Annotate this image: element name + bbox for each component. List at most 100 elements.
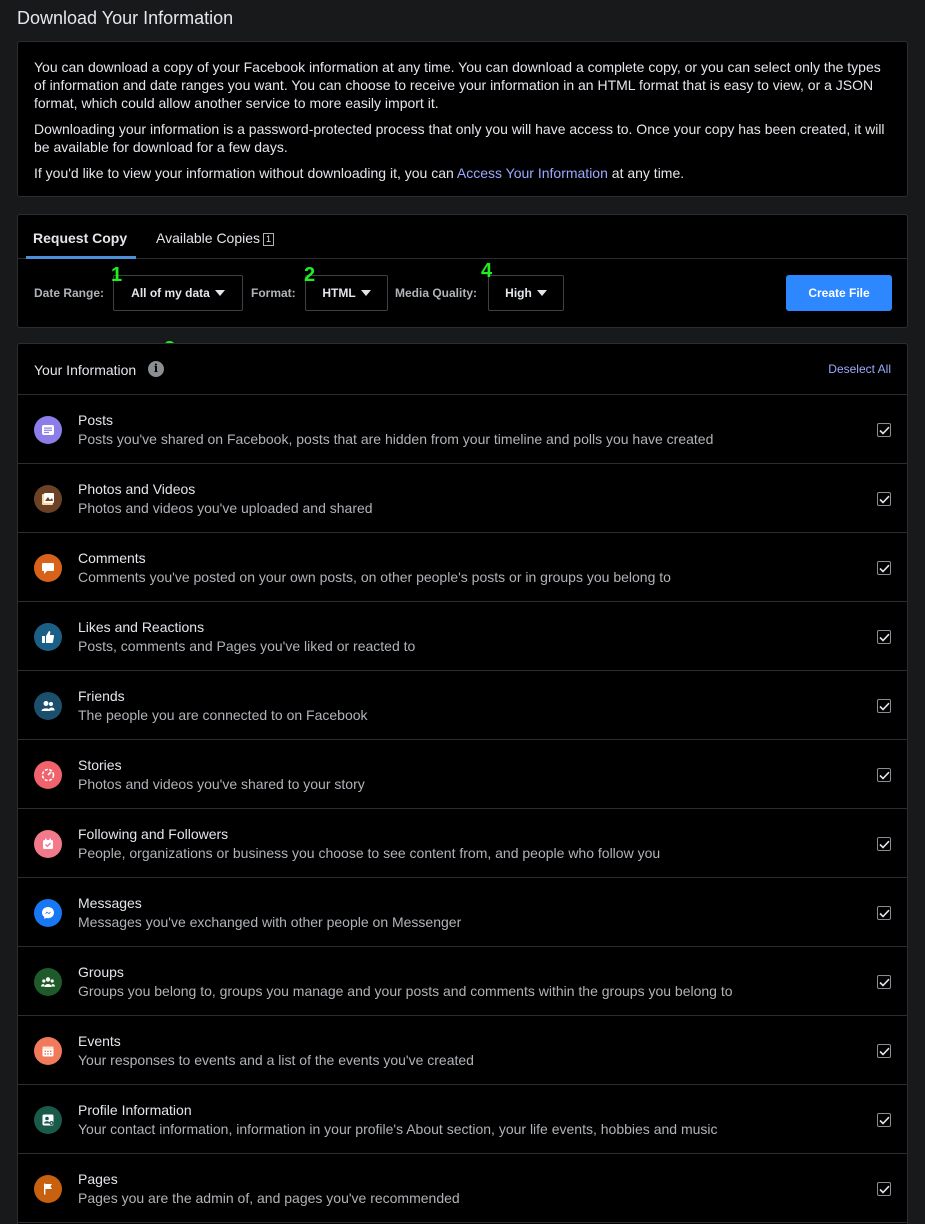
your-information-title: Your Information [34,362,137,378]
access-your-information-link[interactable]: Access Your Information [457,165,608,181]
profile-icon [34,1106,62,1134]
photos-icon [34,485,62,513]
information-row[interactable]: Groups Groups you belong to, groups you m… [18,947,907,1016]
information-row-description: The people you are connected to on Faceb… [78,707,368,723]
information-row-title: Friends [78,688,125,704]
information-row-checkbox[interactable] [877,630,891,644]
information-row-title: Pages [78,1171,118,1187]
checkmark-icon [878,1047,890,1056]
information-row-description: Your responses to events and a list of t… [78,1052,474,1068]
information-row-description: Photos and videos you've uploaded and sh… [78,500,373,516]
information-row[interactable]: Following and Followers People, organizat… [18,809,907,878]
information-row-description: Comments you've posted on your own posts… [78,569,671,585]
information-row-title: Posts [78,412,114,428]
your-information-card: Your Information i Deselect All Posts Pos… [17,343,908,1224]
media-quality-value: High [505,286,532,300]
posts-icon [34,416,62,444]
groups-icon [34,968,62,996]
tab-request-copy[interactable]: Request Copy [33,230,127,246]
information-row-description: Photos and videos you've shared to your … [78,776,365,792]
information-row-checkbox[interactable] [877,768,891,782]
information-row-description: Posts you've shared on Facebook, posts t… [78,431,714,447]
information-row-title: Stories [78,757,122,773]
following-icon [34,830,62,858]
date-range-dropdown[interactable]: All of my data [113,275,243,311]
intro-paragraph-2: Downloading your information is a passwo… [34,121,885,155]
information-row[interactable]: Messages Messages you've exchanged with o… [18,878,907,947]
information-row-checkbox[interactable] [877,423,891,437]
information-row-title: Photos and Videos [78,481,196,497]
tab-available-copies-label: Available Copies [156,230,261,246]
events-icon [34,1037,62,1065]
information-row-checkbox[interactable] [877,561,891,575]
information-row[interactable]: Likes and Reactions Posts, comments and P… [18,602,907,671]
available-copies-count-badge: 1 [263,233,275,246]
deselect-all-link[interactable]: Deselect All [828,362,891,376]
friends-icon [34,692,62,720]
annotation-marker-2: 2 [304,264,316,286]
information-row-description: Posts, comments and Pages you've liked o… [78,638,416,654]
pages-icon [34,1175,62,1203]
information-list: Posts Posts you've shared on Facebook, po… [18,395,907,1223]
information-row-title: Profile Information [78,1102,192,1118]
information-row-title: Messages [78,895,142,911]
checkmark-icon [878,1116,890,1125]
tab-available-copies[interactable]: Available Copies 1 [156,230,275,246]
checkmark-icon [878,495,890,504]
information-row[interactable]: Profile Information Your contact informat… [18,1085,907,1154]
information-row-description: Groups you belong to, groups you manage … [78,983,733,999]
information-row[interactable]: Stories Photos and videos you've shared t… [18,740,907,809]
info-icon[interactable]: i [148,361,164,377]
information-row[interactable]: Friends The people you are connected to o… [18,671,907,740]
request-card: Request Copy Available Copies 1 Date Rang… [17,214,908,328]
intro-paragraph-1: You can download a copy of your Facebook… [34,59,881,111]
media-quality-label: Media Quality: [395,286,478,300]
information-row-checkbox[interactable] [877,1113,891,1127]
information-row-title: Events [78,1033,121,1049]
information-row[interactable]: Comments Comments you've posted on your o… [18,533,907,602]
chevron-down-icon [536,290,547,296]
information-row[interactable]: Pages Pages you are the admin of, and pag… [18,1154,907,1223]
information-row-title: Comments [78,550,146,566]
intro-text-before-link: If you'd like to view your information w… [34,165,457,181]
messenger-icon [34,899,62,927]
create-file-button[interactable]: Create File [786,275,892,311]
information-row-title: Following and Followers [78,826,229,842]
format-value: HTML [322,286,356,300]
checkmark-icon [878,909,890,918]
information-row-description: Messages you've exchanged with other peo… [78,914,462,930]
information-row-checkbox[interactable] [877,1182,891,1196]
annotation-marker-4: 4 [481,260,493,282]
checkmark-icon [878,564,890,573]
information-row-checkbox[interactable] [877,837,891,851]
date-range-label: Date Range: [34,286,105,300]
tab-bar: Request Copy Available Copies 1 [18,215,907,259]
intro-text-after-link: at any time. [607,165,685,181]
page-title: Download Your Information [17,8,234,28]
format-dropdown[interactable]: HTML [305,275,388,311]
information-row-checkbox[interactable] [877,492,891,506]
date-range-value: All of my data [131,286,210,300]
intro-paragraph-3: If you'd like to view your information w… [34,164,891,182]
chevron-down-icon [214,290,225,296]
information-row-checkbox[interactable] [877,1044,891,1058]
information-row-checkbox[interactable] [877,906,891,920]
information-row[interactable]: Posts Posts you've shared on Facebook, po… [18,395,907,464]
checkmark-icon [878,426,890,435]
information-row-checkbox[interactable] [877,975,891,989]
comments-icon [34,554,62,582]
information-row[interactable]: Photos and Videos Photos and videos you'v… [18,464,907,533]
information-row-description: Pages you are the admin of, and pages yo… [78,1190,460,1206]
checkmark-icon [878,978,890,987]
information-row-title: Groups [78,964,124,980]
information-row-checkbox[interactable] [877,699,891,713]
annotation-marker-1: 1 [111,264,123,286]
checkmark-icon [878,702,890,711]
media-quality-dropdown[interactable]: High [488,275,564,311]
intro-card: You can download a copy of your Facebook… [17,41,908,197]
information-row-title: Likes and Reactions [78,619,205,635]
information-row-description: People, organizations or business you ch… [78,845,661,861]
like-icon [34,623,62,651]
information-row[interactable]: Events Your responses to events and a lis… [18,1016,907,1085]
stories-icon [34,761,62,789]
